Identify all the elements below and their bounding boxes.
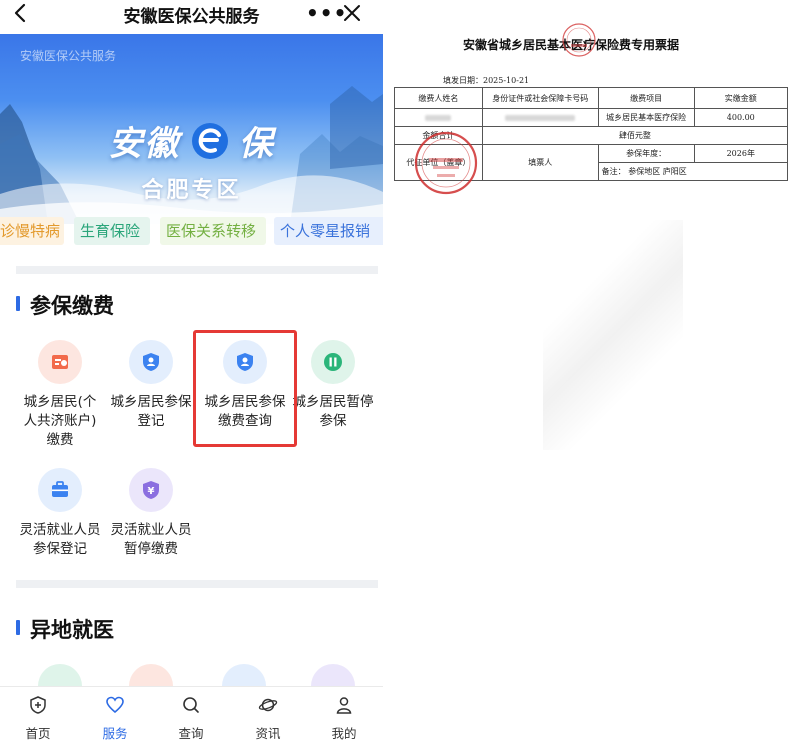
partial-service-icon[interactable]: [129, 664, 173, 686]
hero-banner: 安徽医保公共服务 安徽 保 合肥专区: [0, 34, 383, 224]
year-label: 参保年度：: [597, 144, 695, 163]
tab-label: 服务: [102, 726, 128, 741]
close-icon[interactable]: [342, 3, 362, 23]
header-amount: 实缴金额: [693, 87, 789, 109]
chip-insurance-transfer[interactable]: 医保关系转移: [160, 217, 266, 245]
tab-label: 查询: [178, 726, 204, 741]
quick-service-chips: 诊慢特病 生育保险 医保关系转移 个人零星报销: [0, 217, 383, 247]
pause-icon: [311, 340, 355, 384]
briefcase-icon: [38, 468, 82, 512]
service-label: 灵活就业人员暂停缴费: [110, 522, 192, 557]
payment-amount: 400.00: [693, 108, 789, 127]
header-payer-name: 缴费人姓名: [394, 87, 483, 109]
banner-subtitle: 合肥专区: [141, 178, 242, 203]
section-accent-bar: [16, 296, 20, 311]
chip-chronic-disease[interactable]: 诊慢特病: [0, 217, 64, 245]
receipt-note: 备注： 参保地区 庐阳区: [597, 162, 789, 181]
service-resident-payment[interactable]: 城乡居民(个人共济账户) 缴费: [18, 340, 102, 450]
red-seal-stamp: [562, 23, 596, 57]
total-value: 肆佰元整: [481, 126, 789, 145]
service-resident-registration[interactable]: 城乡居民参保登记: [109, 340, 193, 431]
e-logo-icon: [191, 122, 228, 159]
service-label: 城乡居民暂停参保: [292, 394, 374, 429]
chip-personal-reimbursement[interactable]: 个人零星报销: [274, 217, 383, 245]
partial-service-icon[interactable]: [311, 664, 355, 686]
tab-profile[interactable]: 我的: [314, 695, 374, 742]
receipt-issue-date: 填发日期：2025-10-21: [443, 76, 530, 85]
user-shield-icon: [129, 340, 173, 384]
tab-label: 资讯: [255, 726, 281, 741]
yen-shield-icon: ¥: [129, 468, 173, 512]
service-flexible-registration[interactable]: 灵活就业人员参保登记: [18, 468, 102, 559]
banner-watermark: 安徽医保公共服务: [20, 49, 117, 63]
phone-screen: 安徽医保公共服务 ••• 安徽医保公共服务 安徽 保 合肥专区 诊慢特病 生育保…: [0, 0, 383, 751]
highlight-box: [193, 330, 297, 447]
section-title-text: 参保缴费: [30, 294, 114, 318]
section-divider: [16, 266, 378, 274]
year-value: 2026年: [693, 144, 789, 163]
partial-service-icon[interactable]: [222, 664, 266, 686]
section-accent-bar: [16, 620, 20, 635]
header-id-number: 身份证件或社会保障卡号码: [481, 87, 599, 109]
receipt-image: 安徽省城乡居民基本医疗保险费专用票据 填发日期：2025-10-21 缴费人姓名…: [383, 0, 800, 751]
heart-icon: [106, 696, 124, 714]
brand-logo: 安徽 保: [0, 116, 383, 165]
filler-label: 填票人: [481, 144, 599, 181]
partial-service-icon[interactable]: [38, 664, 82, 686]
logo-text-left: 安徽: [108, 124, 181, 164]
search-icon: [183, 697, 199, 713]
id-number-redacted: [481, 108, 599, 127]
section-divider: [16, 580, 378, 588]
home-shield-icon: [30, 696, 46, 714]
tab-query[interactable]: 查询: [161, 695, 221, 742]
header-payment-item: 缴费项目: [597, 87, 695, 109]
service-resident-suspend[interactable]: 城乡居民暂停参保: [291, 340, 375, 431]
service-label: 城乡居民(个人共济账户) 缴费: [23, 394, 97, 448]
tab-label: 首页: [25, 726, 51, 741]
person-icon: [336, 697, 352, 714]
tab-services[interactable]: 服务: [85, 695, 145, 742]
planet-icon: [258, 698, 278, 712]
tab-label: 我的: [331, 726, 357, 741]
red-seal-stamp: [414, 131, 478, 195]
top-nav-bar: 安徽医保公共服务 •••: [0, 0, 383, 28]
tab-news[interactable]: 资讯: [238, 695, 298, 742]
payer-name-redacted: [394, 108, 483, 127]
faded-background-mark: [543, 220, 683, 450]
service-label: 城乡居民参保登记: [110, 394, 192, 429]
chip-maternity-insurance[interactable]: 生育保险: [74, 217, 150, 245]
payment-item: 城乡居民基本医疗保险: [597, 108, 695, 127]
svg-text:¥: ¥: [148, 486, 155, 497]
service-flexible-suspend[interactable]: ¥ 灵活就业人员暂停缴费: [109, 468, 193, 559]
receipt-icon: [38, 340, 82, 384]
logo-text-right: 保: [238, 124, 275, 164]
service-label: 灵活就业人员参保登记: [19, 522, 101, 557]
section-title-text: 异地就医: [30, 618, 114, 642]
tab-home[interactable]: 首页: [8, 695, 68, 742]
bottom-tab-bar: 首页 服务 查询 资讯 我的: [0, 686, 383, 751]
